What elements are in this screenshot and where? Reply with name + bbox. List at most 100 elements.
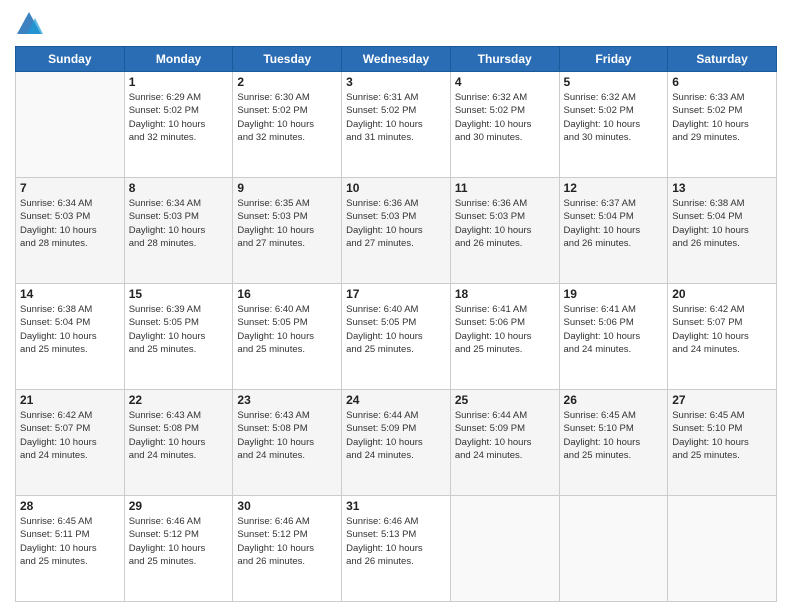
day-number: 1 — [129, 75, 229, 89]
calendar-cell — [668, 496, 777, 602]
day-number: 31 — [346, 499, 446, 513]
day-number: 2 — [237, 75, 337, 89]
calendar-cell: 31 Sunrise: 6:46 AM Sunset: 5:13 PM Dayli… — [342, 496, 451, 602]
day-info: Sunrise: 6:43 AM Sunset: 5:08 PM Dayligh… — [129, 409, 229, 462]
day-number: 23 — [237, 393, 337, 407]
day-info: Sunrise: 6:41 AM Sunset: 5:06 PM Dayligh… — [564, 303, 664, 356]
week-row-3: 14 Sunrise: 6:38 AM Sunset: 5:04 PM Dayli… — [16, 284, 777, 390]
calendar-cell: 8Sunrise: 6:34 AM Sunset: 5:03 PM Daylig… — [124, 178, 233, 284]
day-info: Sunrise: 6:45 AM Sunset: 5:10 PM Dayligh… — [672, 409, 772, 462]
day-number: 30 — [237, 499, 337, 513]
col-header-wednesday: Wednesday — [342, 47, 451, 72]
day-info: Sunrise: 6:41 AM Sunset: 5:06 PM Dayligh… — [455, 303, 555, 356]
calendar-cell: 30 Sunrise: 6:46 AM Sunset: 5:12 PM Dayli… — [233, 496, 342, 602]
day-info: Sunrise: 6:45 AM Sunset: 5:11 PM Dayligh… — [20, 515, 120, 568]
calendar-cell: 28Sunrise: 6:45 AM Sunset: 5:11 PM Dayli… — [16, 496, 125, 602]
col-header-tuesday: Tuesday — [233, 47, 342, 72]
day-info: Sunrise: 6:46 AM Sunset: 5:12 PM Dayligh… — [237, 515, 337, 568]
col-header-monday: Monday — [124, 47, 233, 72]
calendar-cell: 25 Sunrise: 6:44 AM Sunset: 5:09 PM Dayli… — [450, 390, 559, 496]
calendar-cell: 21 Sunrise: 6:42 AM Sunset: 5:07 PM Dayli… — [16, 390, 125, 496]
calendar-cell: 6Sunrise: 6:33 AM Sunset: 5:02 PM Daylig… — [668, 72, 777, 178]
day-info: Sunrise: 6:36 AM Sunset: 5:03 PM Dayligh… — [346, 197, 446, 250]
week-row-1: 1 Sunrise: 6:29 AM Sunset: 5:02 PM Daylig… — [16, 72, 777, 178]
calendar-table: SundayMondayTuesdayWednesdayThursdayFrid… — [15, 46, 777, 602]
day-number: 21 — [20, 393, 120, 407]
calendar-cell: 9 Sunrise: 6:35 AM Sunset: 5:03 PM Daylig… — [233, 178, 342, 284]
week-row-5: 28Sunrise: 6:45 AM Sunset: 5:11 PM Dayli… — [16, 496, 777, 602]
calendar-cell: 14 Sunrise: 6:38 AM Sunset: 5:04 PM Dayli… — [16, 284, 125, 390]
day-number: 18 — [455, 287, 555, 301]
logo — [15, 10, 47, 38]
calendar-cell: 13 Sunrise: 6:38 AM Sunset: 5:04 PM Dayli… — [668, 178, 777, 284]
day-number: 17 — [346, 287, 446, 301]
day-info: Sunrise: 6:35 AM Sunset: 5:03 PM Dayligh… — [237, 197, 337, 250]
day-info: Sunrise: 6:43 AM Sunset: 5:08 PM Dayligh… — [237, 409, 337, 462]
day-info: Sunrise: 6:40 AM Sunset: 5:05 PM Dayligh… — [237, 303, 337, 356]
calendar-cell: 23 Sunrise: 6:43 AM Sunset: 5:08 PM Dayli… — [233, 390, 342, 496]
day-info: Sunrise: 6:44 AM Sunset: 5:09 PM Dayligh… — [455, 409, 555, 462]
col-header-thursday: Thursday — [450, 47, 559, 72]
day-info: Sunrise: 6:42 AM Sunset: 5:07 PM Dayligh… — [20, 409, 120, 462]
calendar-cell: 5 Sunrise: 6:32 AM Sunset: 5:02 PM Daylig… — [559, 72, 668, 178]
day-number: 8 — [129, 181, 229, 195]
day-number: 24 — [346, 393, 446, 407]
header — [15, 10, 777, 38]
calendar-cell: 11 Sunrise: 6:36 AM Sunset: 5:03 PM Dayli… — [450, 178, 559, 284]
day-info: Sunrise: 6:30 AM Sunset: 5:02 PM Dayligh… — [237, 91, 337, 144]
day-info: Sunrise: 6:34 AM Sunset: 5:03 PM Dayligh… — [20, 197, 120, 250]
day-info: Sunrise: 6:36 AM Sunset: 5:03 PM Dayligh… — [455, 197, 555, 250]
calendar-cell: 27 Sunrise: 6:45 AM Sunset: 5:10 PM Dayli… — [668, 390, 777, 496]
calendar-cell — [450, 496, 559, 602]
day-number: 26 — [564, 393, 664, 407]
calendar-cell: 16 Sunrise: 6:40 AM Sunset: 5:05 PM Dayli… — [233, 284, 342, 390]
day-info: Sunrise: 6:33 AM Sunset: 5:02 PM Dayligh… — [672, 91, 772, 144]
day-number: 9 — [237, 181, 337, 195]
day-info: Sunrise: 6:46 AM Sunset: 5:13 PM Dayligh… — [346, 515, 446, 568]
calendar-header-row: SundayMondayTuesdayWednesdayThursdayFrid… — [16, 47, 777, 72]
calendar-cell: 1 Sunrise: 6:29 AM Sunset: 5:02 PM Daylig… — [124, 72, 233, 178]
calendar-cell — [559, 496, 668, 602]
day-number: 13 — [672, 181, 772, 195]
day-info: Sunrise: 6:31 AM Sunset: 5:02 PM Dayligh… — [346, 91, 446, 144]
day-number: 11 — [455, 181, 555, 195]
day-number: 25 — [455, 393, 555, 407]
week-row-2: 7 Sunrise: 6:34 AM Sunset: 5:03 PM Daylig… — [16, 178, 777, 284]
day-info: Sunrise: 6:29 AM Sunset: 5:02 PM Dayligh… — [129, 91, 229, 144]
day-number: 14 — [20, 287, 120, 301]
calendar-cell: 26 Sunrise: 6:45 AM Sunset: 5:10 PM Dayli… — [559, 390, 668, 496]
day-number: 7 — [20, 181, 120, 195]
calendar-cell — [16, 72, 125, 178]
day-number: 5 — [564, 75, 664, 89]
day-number: 3 — [346, 75, 446, 89]
logo-icon — [15, 10, 43, 38]
page: SundayMondayTuesdayWednesdayThursdayFrid… — [0, 0, 792, 612]
day-info: Sunrise: 6:42 AM Sunset: 5:07 PM Dayligh… — [672, 303, 772, 356]
calendar-cell: 24 Sunrise: 6:44 AM Sunset: 5:09 PM Dayli… — [342, 390, 451, 496]
calendar-cell: 3 Sunrise: 6:31 AM Sunset: 5:02 PM Daylig… — [342, 72, 451, 178]
day-info: Sunrise: 6:37 AM Sunset: 5:04 PM Dayligh… — [564, 197, 664, 250]
calendar-cell: 4 Sunrise: 6:32 AM Sunset: 5:02 PM Daylig… — [450, 72, 559, 178]
calendar-cell: 10Sunrise: 6:36 AM Sunset: 5:03 PM Dayli… — [342, 178, 451, 284]
day-info: Sunrise: 6:45 AM Sunset: 5:10 PM Dayligh… — [564, 409, 664, 462]
day-number: 27 — [672, 393, 772, 407]
day-number: 4 — [455, 75, 555, 89]
col-header-sunday: Sunday — [16, 47, 125, 72]
col-header-saturday: Saturday — [668, 47, 777, 72]
calendar-cell: 2 Sunrise: 6:30 AM Sunset: 5:02 PM Daylig… — [233, 72, 342, 178]
calendar-cell: 29Sunrise: 6:46 AM Sunset: 5:12 PM Dayli… — [124, 496, 233, 602]
col-header-friday: Friday — [559, 47, 668, 72]
calendar-cell: 19 Sunrise: 6:41 AM Sunset: 5:06 PM Dayli… — [559, 284, 668, 390]
day-info: Sunrise: 6:32 AM Sunset: 5:02 PM Dayligh… — [564, 91, 664, 144]
day-info: Sunrise: 6:44 AM Sunset: 5:09 PM Dayligh… — [346, 409, 446, 462]
day-info: Sunrise: 6:46 AM Sunset: 5:12 PM Dayligh… — [129, 515, 229, 568]
day-info: Sunrise: 6:38 AM Sunset: 5:04 PM Dayligh… — [672, 197, 772, 250]
day-number: 16 — [237, 287, 337, 301]
day-number: 19 — [564, 287, 664, 301]
calendar-cell: 7 Sunrise: 6:34 AM Sunset: 5:03 PM Daylig… — [16, 178, 125, 284]
day-number: 20 — [672, 287, 772, 301]
day-info: Sunrise: 6:32 AM Sunset: 5:02 PM Dayligh… — [455, 91, 555, 144]
day-info: Sunrise: 6:38 AM Sunset: 5:04 PM Dayligh… — [20, 303, 120, 356]
week-row-4: 21 Sunrise: 6:42 AM Sunset: 5:07 PM Dayli… — [16, 390, 777, 496]
day-info: Sunrise: 6:40 AM Sunset: 5:05 PM Dayligh… — [346, 303, 446, 356]
